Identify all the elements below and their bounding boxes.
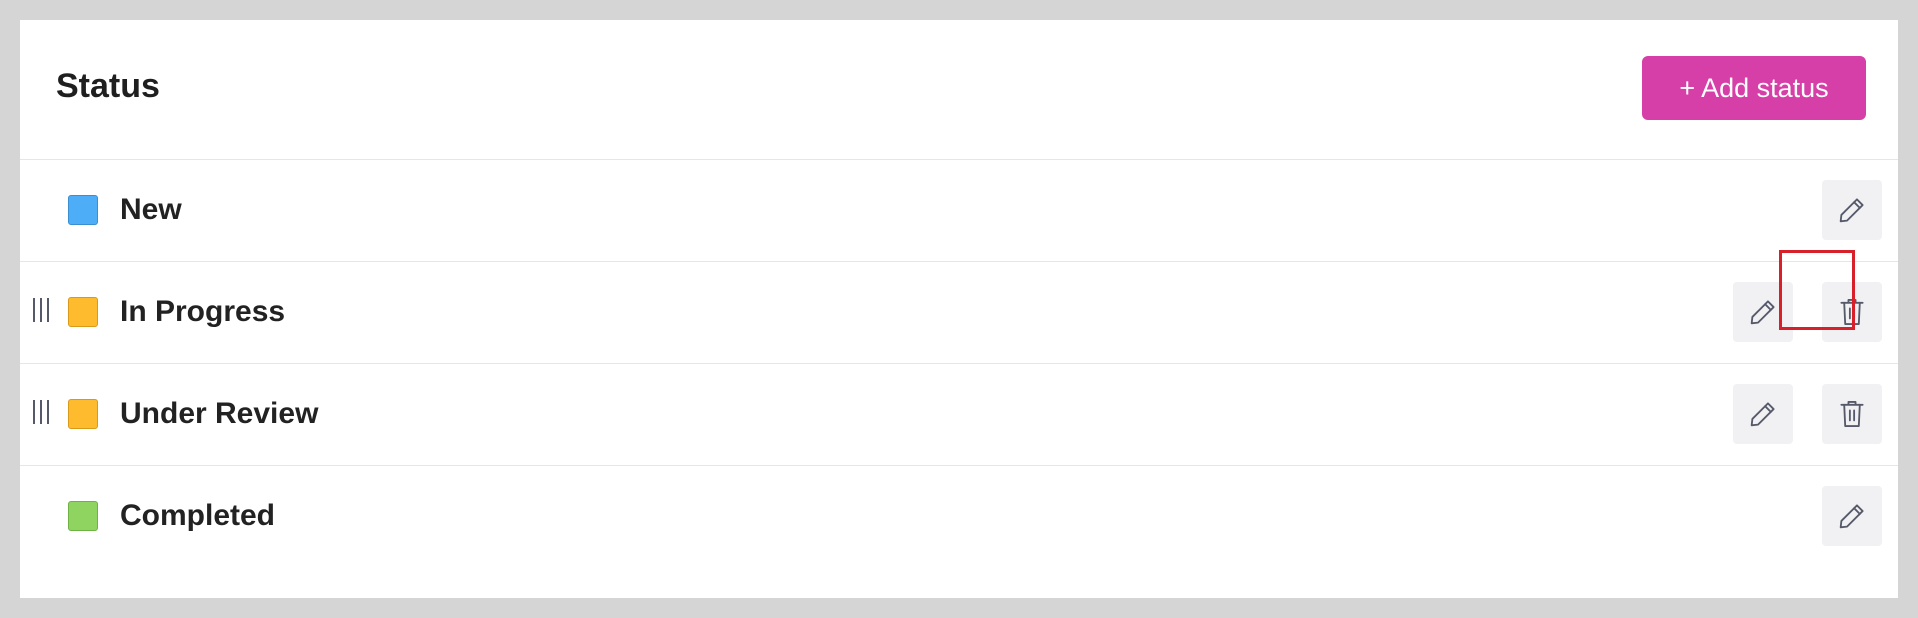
edit-status-button[interactable]: [1733, 282, 1793, 342]
status-row-under-review: Under Review: [20, 364, 1898, 466]
status-color-swatch: [68, 399, 98, 429]
pencil-icon: [1839, 198, 1864, 223]
status-color-swatch: [68, 195, 98, 225]
add-status-button[interactable]: + Add status: [1642, 56, 1866, 120]
status-name: New: [120, 193, 182, 226]
status-color-swatch: [68, 297, 98, 327]
trash-icon: [1840, 401, 1864, 427]
status-panel: Status + Add status New In Progress Unde…: [20, 20, 1898, 598]
page-title: Status: [56, 67, 160, 105]
panel-header: Status + Add status: [20, 20, 1898, 160]
delete-status-button[interactable]: [1822, 384, 1882, 444]
edit-status-button[interactable]: [1822, 486, 1882, 546]
status-row-new: New: [20, 160, 1898, 262]
status-row-completed: Completed: [20, 466, 1898, 568]
trash-icon: [1840, 299, 1864, 325]
status-row-in-progress: In Progress: [20, 262, 1898, 364]
drag-handle-icon[interactable]: [33, 298, 49, 322]
pencil-icon: [1750, 300, 1775, 325]
edit-status-button[interactable]: [1822, 180, 1882, 240]
status-color-swatch: [68, 501, 98, 531]
status-name: In Progress: [120, 295, 286, 328]
drag-handle-icon[interactable]: [33, 400, 49, 424]
status-name: Under Review: [120, 397, 319, 430]
edit-status-button[interactable]: [1733, 384, 1793, 444]
delete-status-button[interactable]: [1822, 282, 1882, 342]
pencil-icon: [1750, 402, 1775, 427]
pencil-icon: [1839, 504, 1864, 529]
status-name: Completed: [120, 499, 276, 532]
